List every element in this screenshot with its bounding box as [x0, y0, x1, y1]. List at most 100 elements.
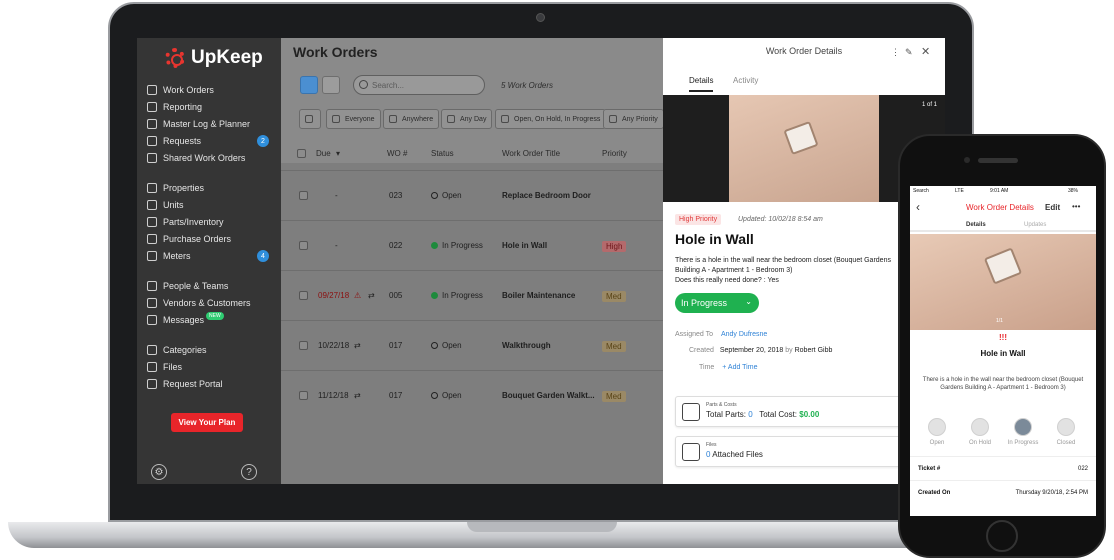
table-row[interactable]: - 022 In Progress Hole in Wall High	[281, 220, 663, 270]
priority-badge: High Priority	[675, 214, 722, 225]
table-row[interactable]: 11/12/18 ⇄ 017 Open Bouquet Garden Walkt…	[281, 370, 663, 420]
filter-assignee[interactable]: Everyone	[326, 109, 381, 129]
calendar-view-button[interactable]	[322, 76, 340, 94]
status-step-closed[interactable]: Closed	[1046, 418, 1086, 446]
requests-badge: 2	[257, 135, 269, 147]
sidebar: UpKeep Work Orders Reporting Master Log …	[137, 38, 281, 484]
sidebar-item-reporting[interactable]: Reporting	[147, 99, 271, 115]
status-step-on-hold[interactable]: On Hold	[960, 418, 1000, 446]
sidebar-item-categories[interactable]: Categories	[147, 342, 271, 358]
column-title[interactable]: Work Order Title	[502, 149, 560, 158]
app-logo[interactable]: UpKeep	[165, 46, 263, 70]
cloud-file-icon	[682, 443, 700, 461]
phone-tab-details[interactable]: Details	[966, 222, 986, 228]
sidebar-item-vendors[interactable]: Vendors & Customers	[147, 295, 271, 311]
phone-nav-bar: ‹ Work Order Details Edit •••	[910, 198, 1096, 218]
phone-description: There is a hole in the wall near the bed…	[922, 377, 1084, 391]
phone-work-order-photo[interactable]: 1/1	[910, 234, 1096, 330]
view-plan-button[interactable]: View Your Plan	[171, 413, 243, 432]
phone-heading: Hole in Wall	[980, 349, 1026, 358]
more-options-icon[interactable]: ⋮	[891, 47, 900, 58]
edit-icon[interactable]: ✎	[905, 47, 913, 58]
select-all-checkbox[interactable]	[297, 149, 306, 158]
tab-activity[interactable]: Activity	[733, 76, 758, 85]
row-checkbox[interactable]	[299, 291, 308, 300]
sidebar-item-messages[interactable]: Messages NEW	[147, 312, 271, 328]
filter-priority[interactable]: Any Priority	[603, 109, 664, 129]
edit-button[interactable]: Edit	[1045, 203, 1060, 212]
sidebar-item-people[interactable]: People & Teams	[147, 278, 271, 294]
meters-badge: 4	[257, 250, 269, 262]
add-time-link[interactable]: + Add Time	[722, 364, 757, 371]
row-checkbox[interactable]	[299, 391, 308, 400]
log-icon	[147, 119, 157, 129]
in-progress-status-icon	[431, 292, 438, 299]
status-step-in-progress[interactable]: In Progress	[1003, 418, 1043, 446]
sidebar-item-purchase-orders[interactable]: Purchase Orders	[147, 231, 271, 247]
list-view-button[interactable]	[300, 76, 318, 94]
sidebar-item-shared-work-orders[interactable]: Shared Work Orders	[147, 150, 271, 166]
sidebar-item-properties[interactable]: Properties	[147, 180, 271, 196]
sidebar-item-parts[interactable]: Parts/Inventory	[147, 214, 271, 230]
filter-status[interactable]: Open, On Hold, In Progress	[495, 109, 607, 129]
priority-badge: Med	[602, 341, 626, 352]
settings-icon[interactable]: ⚙	[151, 464, 167, 480]
status-step-open[interactable]: Open	[917, 418, 957, 446]
column-due[interactable]: Due	[316, 149, 331, 158]
clipboard-icon	[147, 85, 157, 95]
overdue-warning-icon: ⚠	[354, 291, 362, 300]
page-title: Work Orders	[293, 44, 378, 60]
laptop-screen: UpKeep Work Orders Reporting Master Log …	[137, 38, 945, 484]
sidebar-item-units[interactable]: Units	[147, 197, 271, 213]
phone-tabs: Details Updates	[910, 218, 1096, 232]
close-icon[interactable]: ✕	[921, 45, 930, 58]
phone-tab-updates[interactable]: Updates	[1024, 222, 1046, 228]
laptop-camera	[536, 13, 545, 22]
repeat-icon: ⇄	[354, 341, 361, 350]
phone-screen: Search LTE 9:01 AM 38% ‹ Work Order Deta…	[910, 186, 1096, 516]
files-card[interactable]: Files 0 Attached Files	[675, 436, 911, 467]
row-checkbox[interactable]	[299, 191, 308, 200]
column-wo[interactable]: WO #	[387, 149, 407, 158]
chat-icon	[147, 315, 157, 325]
filter-button[interactable]	[299, 109, 321, 129]
priority-badge: High	[602, 241, 627, 252]
sidebar-item-master-log[interactable]: Master Log & Planner	[147, 116, 271, 132]
assignee-link[interactable]: Andy Dufresne	[721, 331, 767, 338]
status-dots-icon	[501, 115, 509, 123]
wrench-icon	[147, 217, 157, 227]
wall-image	[729, 95, 879, 202]
sidebar-item-request-portal[interactable]: Request Portal	[147, 376, 271, 392]
in-progress-status-icon	[431, 242, 438, 249]
help-icon[interactable]: ?	[241, 464, 257, 480]
work-order-heading: Hole in Wall	[675, 231, 754, 247]
column-status[interactable]: Status	[431, 149, 454, 158]
parts-costs-card[interactable]: Parts & Costs Total Parts: 0 Total Cost:…	[675, 396, 911, 427]
home-button[interactable]	[986, 520, 1018, 552]
store-icon	[147, 298, 157, 308]
filter-location[interactable]: Anywhere	[383, 109, 440, 129]
tab-details[interactable]: Details	[689, 76, 714, 92]
table-row[interactable]: 09/27/18 ⚠ ⇄ 005 In Progress Boiler Main…	[281, 270, 663, 320]
filter-date[interactable]: Any Day	[441, 109, 493, 129]
sidebar-item-work-orders[interactable]: Work Orders	[147, 82, 271, 98]
more-icon[interactable]: •••	[1072, 202, 1080, 211]
status-dropdown[interactable]: In Progress ⌄	[675, 293, 759, 313]
ticket-row: Ticket # 022	[910, 456, 1096, 480]
sidebar-item-files[interactable]: Files	[147, 359, 271, 375]
sidebar-item-meters[interactable]: Meters 4	[147, 248, 271, 264]
step-circle	[1057, 418, 1075, 436]
table-row[interactable]: - 023 Open Replace Bedroom Door	[281, 170, 663, 220]
sidebar-item-requests[interactable]: Requests 2	[147, 133, 271, 149]
column-priority[interactable]: Priority	[602, 149, 627, 158]
gauge-icon	[147, 251, 157, 261]
table-row[interactable]: 10/22/18 ⇄ 017 Open Walkthrough Med	[281, 320, 663, 370]
brand-name: UpKeep	[191, 47, 263, 68]
step-circle	[971, 418, 989, 436]
row-checkbox[interactable]	[299, 341, 308, 350]
search-input[interactable]: Search...	[353, 75, 485, 95]
back-chevron-icon[interactable]: ‹	[916, 200, 920, 214]
row-checkbox[interactable]	[299, 241, 308, 250]
calendar-icon	[447, 115, 455, 123]
work-orders-list: Work Orders Search... 5 Work Orders Ever…	[281, 38, 664, 484]
